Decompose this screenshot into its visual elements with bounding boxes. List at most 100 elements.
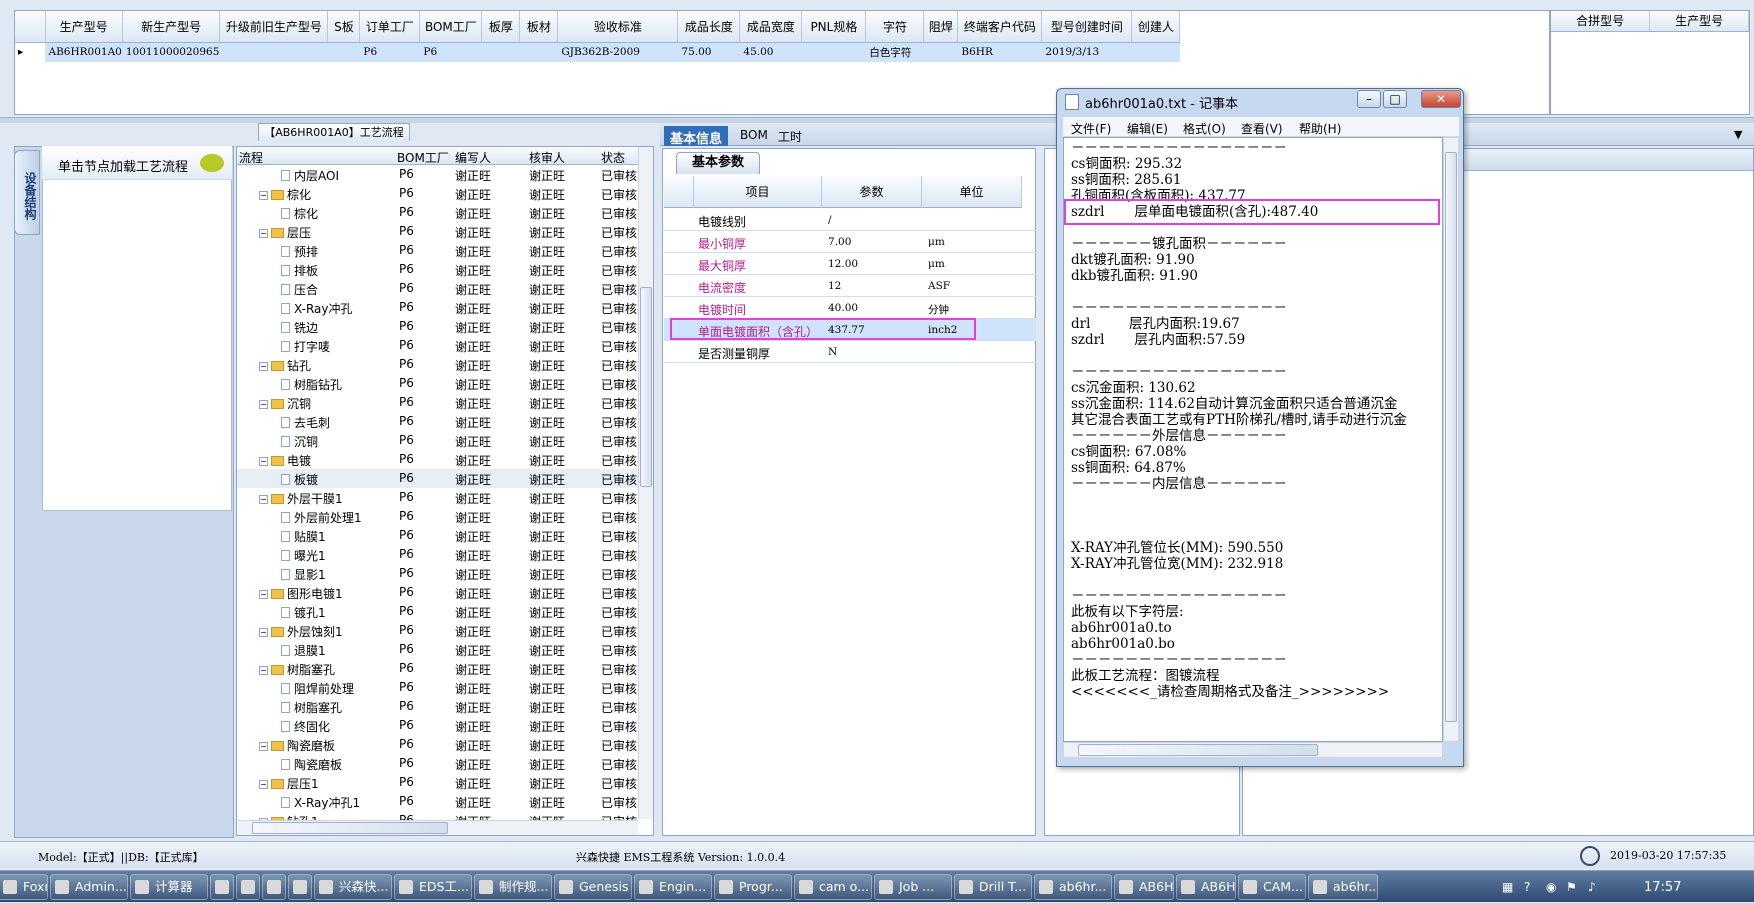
param-row[interactable]: 电流密度 12 ASF — [664, 275, 1036, 297]
grid-cell[interactable] — [327, 42, 361, 62]
param-row[interactable]: 电镀时间 40.00 分钟 — [664, 297, 1036, 319]
tree-node[interactable]: 铣边 P6 谢正旺 谢正旺 已审核 — [237, 317, 641, 336]
grid-cell[interactable] — [219, 42, 329, 62]
menu-help[interactable]: 帮助(H) — [1299, 120, 1341, 137]
tree-node[interactable]: 压合 P6 谢正旺 谢正旺 已审核 — [237, 279, 641, 298]
param-row[interactable]: 是否测量铜厚 N — [664, 341, 1036, 363]
tree-node[interactable]: − 图形电镀1 P6 谢正旺 谢正旺 已审核 — [237, 583, 641, 602]
device-structure-tab[interactable]: 设备结构 — [14, 150, 40, 235]
tree-vertical-scrollbar[interactable] — [638, 147, 653, 819]
grid-cell[interactable] — [801, 42, 867, 62]
collapse-icon[interactable]: − — [259, 457, 268, 466]
table-row[interactable]: ▸ AB6HR001A0 10011000020965 P6 P6 GJB362B-200… — [15, 42, 1181, 62]
taskbar-clock[interactable]: 17:57 — [1644, 880, 1681, 895]
taskbar-item[interactable]: Genesis — [554, 874, 632, 900]
chat-bubble-icon[interactable] — [200, 154, 224, 172]
taskbar-item[interactable]: 制作规... — [474, 874, 552, 900]
tree-node[interactable]: 陶瓷磨板 P6 谢正旺 谢正旺 已审核 — [237, 754, 641, 773]
tree-node[interactable]: − 层压1 P6 谢正旺 谢正旺 已审核 — [237, 773, 641, 792]
column-header[interactable]: 板材 — [519, 11, 559, 43]
grid-cell[interactable]: 75.00 — [677, 42, 741, 62]
column-header[interactable]: 新生产型号 — [122, 11, 221, 43]
taskbar-item[interactable]: Engin... — [634, 874, 712, 900]
menu-file[interactable]: 文件(F) — [1071, 120, 1111, 137]
menu-edit[interactable]: 编辑(E) — [1127, 120, 1168, 137]
tree-node[interactable]: 棕化 P6 谢正旺 谢正旺 已审核 — [237, 203, 641, 222]
tree-node[interactable]: 终固化 P6 谢正旺 谢正旺 已审核 — [237, 716, 641, 735]
grid-cell[interactable]: GJB362B-2009 — [557, 42, 679, 62]
taskbar-item[interactable]: 兴森快... — [314, 874, 392, 900]
column-header[interactable]: BOM工厂 — [419, 11, 483, 43]
column-header[interactable]: 字符 — [865, 11, 925, 43]
grid-cell[interactable]: 10011000020965 — [122, 42, 221, 62]
tree-node[interactable]: 去毛刺 P6 谢正旺 谢正旺 已审核 — [237, 412, 641, 431]
column-header[interactable]: 板厚 — [481, 11, 521, 43]
tree-node[interactable]: 退膜1 P6 谢正旺 谢正旺 已审核 — [237, 640, 641, 659]
process-flow-tree[interactable]: 流程 BOM工厂 编写人 核审人 状态 内层AOI P6 谢正旺 谢正旺 已审核 − 棕化 P6 谢正旺… — [236, 146, 654, 836]
column-header[interactable]: 升级前旧生产型号 — [219, 11, 329, 43]
notepad-horizontal-scrollbar[interactable] — [1063, 742, 1443, 758]
taskbar-item[interactable]: ab6hr... — [1308, 874, 1378, 900]
tree-node[interactable]: 曝光1 P6 谢正旺 谢正旺 已审核 — [237, 545, 641, 564]
collapse-icon[interactable]: − — [259, 628, 268, 637]
collapse-icon[interactable]: − — [259, 191, 268, 200]
tree-node[interactable]: 沉铜 P6 谢正旺 谢正旺 已审核 — [237, 431, 641, 450]
taskbar-item[interactable]: Drill T... — [954, 874, 1032, 900]
column-header[interactable]: 生产型号 — [45, 11, 123, 43]
column-header[interactable]: 创建人 — [1131, 11, 1181, 43]
tree-node[interactable]: X-Ray冲孔1 P6 谢正旺 谢正旺 已审核 — [237, 792, 641, 811]
speaker-icon[interactable]: ♪ — [1588, 880, 1596, 894]
tree-node[interactable]: − 陶瓷磨板 P6 谢正旺 谢正旺 已审核 — [237, 735, 641, 754]
grid-cell[interactable]: AB6HR001A0 — [45, 42, 123, 62]
tree-node[interactable]: − 电镀 P6 谢正旺 谢正旺 已审核 — [237, 450, 641, 469]
taskbar-item[interactable] — [236, 874, 260, 900]
column-header[interactable]: 终端客户代码 — [957, 11, 1043, 43]
notepad-text-area[interactable]: －－－－－－－－－－－－－－－－ cs铜面积: 295.32 ss铜面积: 285.… — [1063, 137, 1443, 742]
tree-node[interactable]: − 钻孔 P6 谢正旺 谢正旺 已审核 — [237, 355, 641, 374]
tree-column-header[interactable]: 核审人 — [529, 149, 565, 166]
taskbar-item[interactable]: AB6H... — [1176, 874, 1236, 900]
tree-node[interactable]: 树脂塞孔 P6 谢正旺 谢正旺 已审核 — [237, 697, 641, 716]
taskbar-item[interactable] — [288, 874, 312, 900]
collapse-icon[interactable]: − — [259, 362, 268, 371]
tree-node[interactable]: 排板 P6 谢正旺 谢正旺 已审核 — [237, 260, 641, 279]
collapse-icon[interactable]: − — [259, 780, 268, 789]
help-icon[interactable]: ? — [1524, 880, 1530, 894]
chevron-down-icon[interactable]: ▼ — [1734, 128, 1742, 141]
param-row[interactable]: 最小铜厚 7.00 μm — [664, 231, 1036, 253]
notepad-window[interactable]: ab6hr001a0.txt - 记事本 – □ ✕ 文件(F) 编辑(E) 格… — [1056, 88, 1464, 767]
tree-node[interactable]: 打字唛 P6 谢正旺 谢正旺 已审核 — [237, 336, 641, 355]
collapse-icon[interactable]: − — [259, 590, 268, 599]
tree-column-header[interactable]: BOM工厂 — [397, 149, 449, 166]
menu-format[interactable]: 格式(O) — [1183, 120, 1226, 137]
maximize-button[interactable]: □ — [1383, 90, 1407, 108]
scroll-thumb[interactable] — [1445, 152, 1457, 722]
flag-icon[interactable]: ⚑ — [1566, 880, 1577, 894]
column-header[interactable]: 订单工厂 — [359, 11, 421, 43]
column-header[interactable]: PNL规格 — [801, 11, 867, 43]
network-icon[interactable]: ◉ — [1546, 880, 1556, 894]
taskbar-item[interactable] — [262, 874, 286, 900]
keyboard-icon[interactable]: ▦ — [1502, 880, 1513, 894]
tree-node[interactable]: 镀孔1 P6 谢正旺 谢正旺 已审核 — [237, 602, 641, 621]
column-header[interactable]: 型号创建时间 — [1041, 11, 1133, 43]
scroll-thumb[interactable] — [1078, 744, 1318, 756]
tab-bom[interactable]: BOM — [734, 126, 774, 146]
tree-column-header[interactable]: 状态 — [601, 149, 625, 166]
tree-node[interactable]: 内层AOI P6 谢正旺 谢正旺 已审核 — [237, 165, 641, 184]
grid-cell[interactable]: P6 — [419, 42, 483, 62]
tree-node[interactable]: − 树脂塞孔 P6 谢正旺 谢正旺 已审核 — [237, 659, 641, 678]
grid-cell[interactable] — [923, 42, 959, 62]
taskbar-item[interactable] — [210, 874, 234, 900]
grid-cell[interactable]: P6 — [359, 42, 421, 62]
collapse-icon[interactable]: − — [259, 229, 268, 238]
taskbar-item[interactable]: Progr... — [714, 874, 792, 900]
merge-grid[interactable]: 合拼型号 生产型号 — [1550, 10, 1750, 115]
tree-node[interactable]: − 外层蚀刻1 P6 谢正旺 谢正旺 已审核 — [237, 621, 641, 640]
taskbar-item[interactable]: EDS工... — [394, 874, 472, 900]
tree-node[interactable]: − 棕化 P6 谢正旺 谢正旺 已审核 — [237, 184, 641, 203]
grid-cell[interactable]: B6HR — [957, 42, 1043, 62]
grid-cell[interactable]: 45.00 — [739, 42, 803, 62]
tree-node[interactable]: 预排 P6 谢正旺 谢正旺 已审核 — [237, 241, 641, 260]
close-button[interactable]: ✕ — [1421, 90, 1461, 108]
